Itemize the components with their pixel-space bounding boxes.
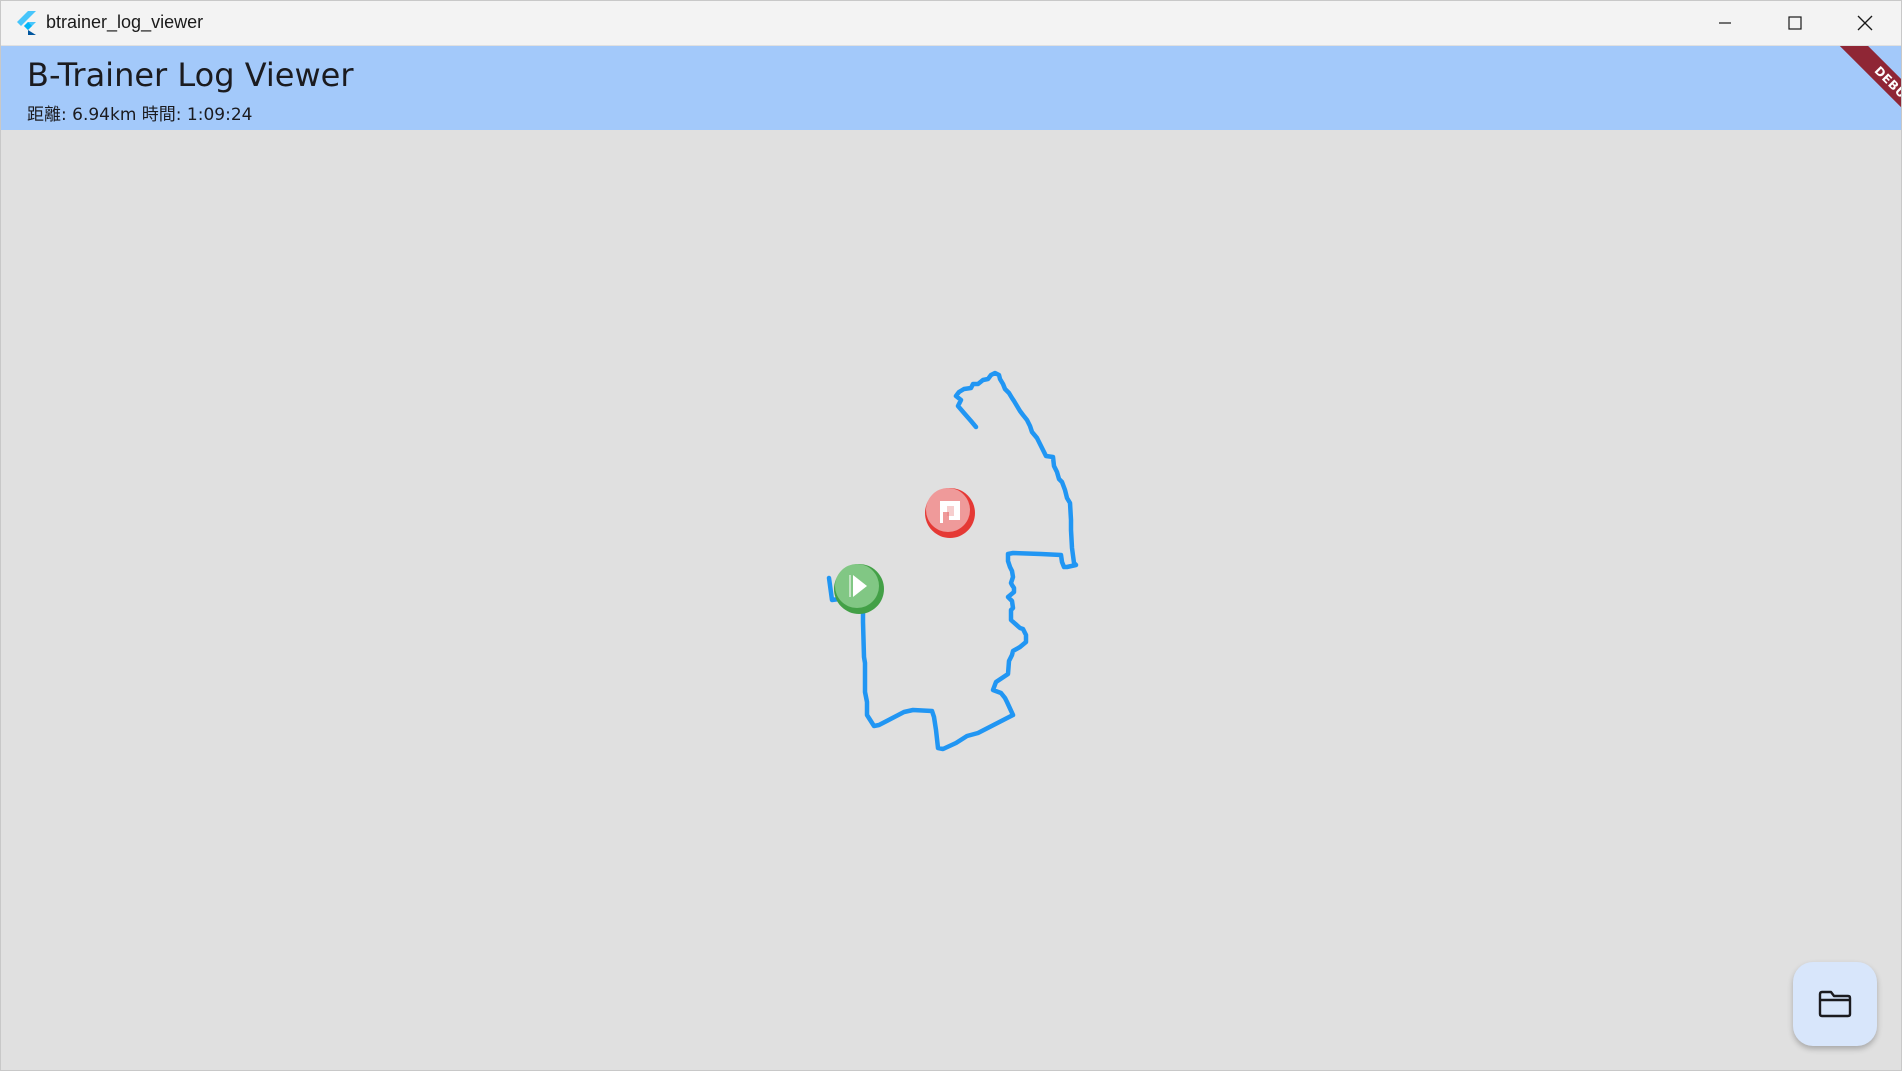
flag-icon — [940, 501, 960, 523]
title-bar[interactable]: btrainer_log_viewer — [1, 1, 1901, 45]
flutter-logo-icon — [17, 11, 36, 35]
page-title: B-Trainer Log Viewer — [27, 56, 354, 94]
maximize-button[interactable] — [1761, 1, 1829, 45]
folder-icon — [1818, 990, 1852, 1018]
start-marker[interactable] — [834, 564, 884, 614]
goal-marker[interactable] — [925, 488, 975, 538]
close-button[interactable] — [1831, 1, 1899, 45]
minimize-icon — [1719, 22, 1731, 24]
app-bar: B-Trainer Log Viewer 距離: 6.94km 時間: 1:09… — [1, 46, 1901, 130]
run-summary: 距離: 6.94km 時間: 1:09:24 — [27, 105, 253, 125]
app-window: btrainer_log_viewer B-Trainer Log Viewer… — [0, 0, 1902, 1071]
window-title: btrainer_log_viewer — [46, 12, 204, 32]
map-view[interactable] — [1, 130, 1901, 1070]
maximize-icon — [1788, 16, 1802, 30]
gps-track — [826, 370, 1079, 752]
close-icon — [1857, 15, 1873, 31]
minimize-button[interactable] — [1691, 1, 1759, 45]
open-log-file-button[interactable] — [1793, 962, 1877, 1046]
route-canvas — [826, 370, 1079, 752]
